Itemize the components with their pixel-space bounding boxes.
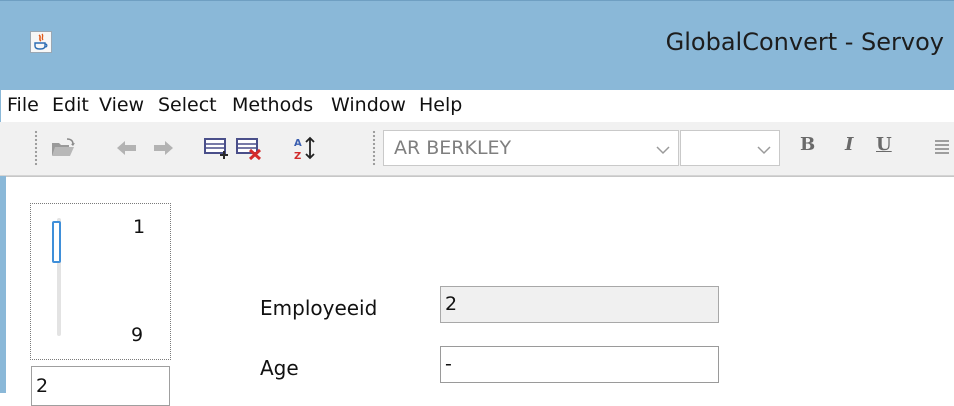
svg-text:Z: Z xyxy=(294,151,301,161)
open-folder-icon[interactable] xyxy=(48,135,78,161)
divider xyxy=(6,176,954,177)
toolbar-grip[interactable] xyxy=(372,130,376,166)
window-title: GlobalConvert - Servoy xyxy=(665,28,944,56)
record-slider-panel: 1 9 xyxy=(30,203,171,360)
chevron-down-icon[interactable] xyxy=(757,140,771,159)
sort-icon[interactable]: A Z xyxy=(290,135,320,161)
italic-button[interactable]: I xyxy=(845,134,853,155)
menu-view[interactable]: View xyxy=(99,94,144,116)
title-bar: GlobalConvert - Servoy xyxy=(0,0,954,90)
delete-record-icon[interactable] xyxy=(234,135,264,161)
slider-bottom-label: 9 xyxy=(131,324,144,346)
menu-bar: File Edit View Select Methods Window Hel… xyxy=(0,90,954,122)
toolbar: A Z AR BERKLEY B I U xyxy=(0,122,954,176)
font-size-combo[interactable] xyxy=(680,130,780,166)
underline-button[interactable]: U xyxy=(876,134,892,155)
chevron-down-icon[interactable] xyxy=(656,140,670,159)
new-record-icon[interactable] xyxy=(202,135,232,161)
forward-arrow-icon[interactable] xyxy=(148,135,178,161)
svg-text:A: A xyxy=(294,138,302,149)
current-record-field[interactable]: 2 xyxy=(31,366,170,406)
back-arrow-icon[interactable] xyxy=(112,135,142,161)
font-name-value: AR BERKLEY xyxy=(394,137,512,159)
bold-button[interactable]: B xyxy=(800,134,815,155)
menu-window[interactable]: Window xyxy=(331,94,406,116)
align-left-icon[interactable] xyxy=(932,135,952,161)
java-app-icon[interactable] xyxy=(30,31,52,53)
age-label: Age xyxy=(260,356,299,380)
menu-select[interactable]: Select xyxy=(158,94,217,116)
font-name-combo[interactable]: AR BERKLEY xyxy=(383,130,679,166)
menu-help[interactable]: Help xyxy=(419,94,462,116)
employeeid-value: 2 xyxy=(445,293,458,315)
toolbar-grip[interactable] xyxy=(34,130,38,166)
record-slider-thumb[interactable] xyxy=(52,221,61,263)
menu-methods[interactable]: Methods xyxy=(232,94,313,116)
window-left-border xyxy=(0,176,6,393)
current-record-value: 2 xyxy=(36,375,49,397)
age-field[interactable]: - xyxy=(440,346,719,383)
menu-edit[interactable]: Edit xyxy=(52,94,89,116)
menu-file[interactable]: File xyxy=(7,94,39,116)
employeeid-label: Employeeid xyxy=(260,296,378,320)
employeeid-field[interactable]: 2 xyxy=(440,286,719,323)
slider-top-label: 1 xyxy=(133,216,146,238)
age-value: - xyxy=(445,353,452,375)
